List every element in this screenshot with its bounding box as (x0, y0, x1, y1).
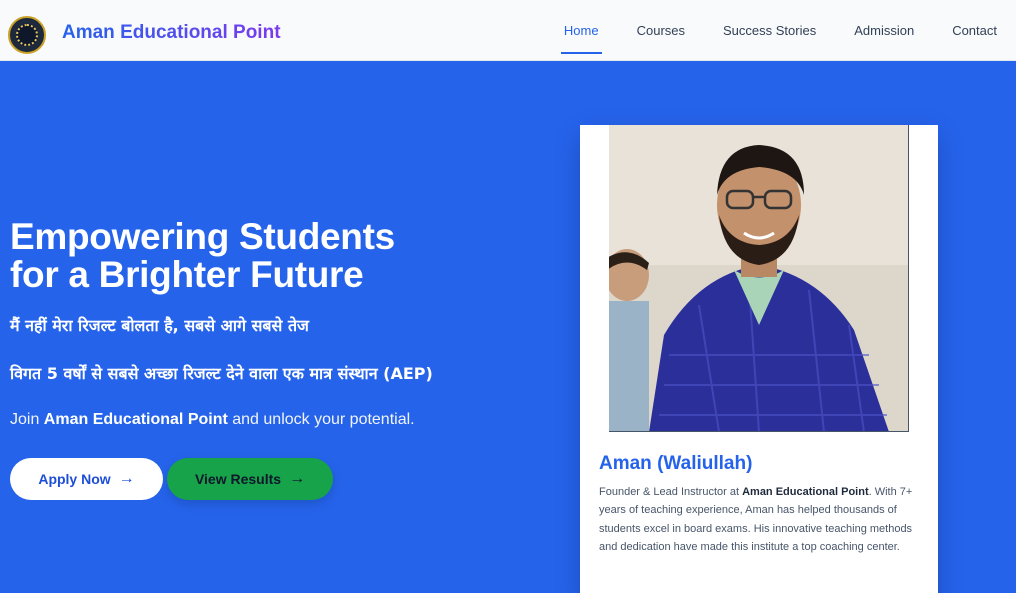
join-text: Join Aman Educational Point and unlock y… (10, 411, 415, 428)
nav-courses[interactable]: Courses (618, 0, 704, 61)
hindi-subtitle: विगत 5 वर्षों से सबसे अच्छा रिजल्ट देने … (10, 364, 433, 383)
hindi-tagline: मैं नहीं मेरा रिजल्ट बोलता है, सबसे आगे … (10, 316, 309, 335)
founder-name: Aman (Waliullah) (599, 453, 753, 474)
nav-success-stories[interactable]: Success Stories (704, 0, 835, 61)
view-results-button[interactable]: View Results → (167, 458, 333, 500)
hero-title-line1: Empowering Students (10, 216, 395, 257)
hero-title-line2: for a Brighter Future (10, 254, 364, 295)
apply-now-button[interactable]: Apply Now → (10, 458, 163, 500)
logo-emblem[interactable] (8, 16, 46, 54)
hero-title: Empowering Students for a Brighter Futur… (10, 218, 480, 294)
navbar: Aman Educational Point Home Courses Succ… (0, 0, 1016, 61)
nav-admission[interactable]: Admission (835, 0, 933, 61)
join-brand: Aman Educational Point (43, 411, 228, 428)
view-results-label: View Results (194, 471, 282, 487)
founder-photo (609, 125, 909, 432)
arrow-right-icon: → (289, 470, 306, 487)
nav-contact[interactable]: Contact (933, 0, 1016, 61)
arrow-right-icon: → (118, 470, 135, 487)
founder-desc-brand: Aman Educational Point (742, 486, 869, 498)
apply-now-label: Apply Now (38, 471, 111, 487)
founder-description: Founder & Lead Instructor at Aman Educat… (599, 486, 913, 553)
nav-home[interactable]: Home (545, 0, 618, 61)
founder-card: Aman (Waliullah) Founder & Lead Instruct… (580, 125, 938, 593)
brand-name[interactable]: Aman Educational Point (62, 22, 281, 44)
main-nav: Home Courses Success Stories Admission C… (545, 0, 1016, 61)
